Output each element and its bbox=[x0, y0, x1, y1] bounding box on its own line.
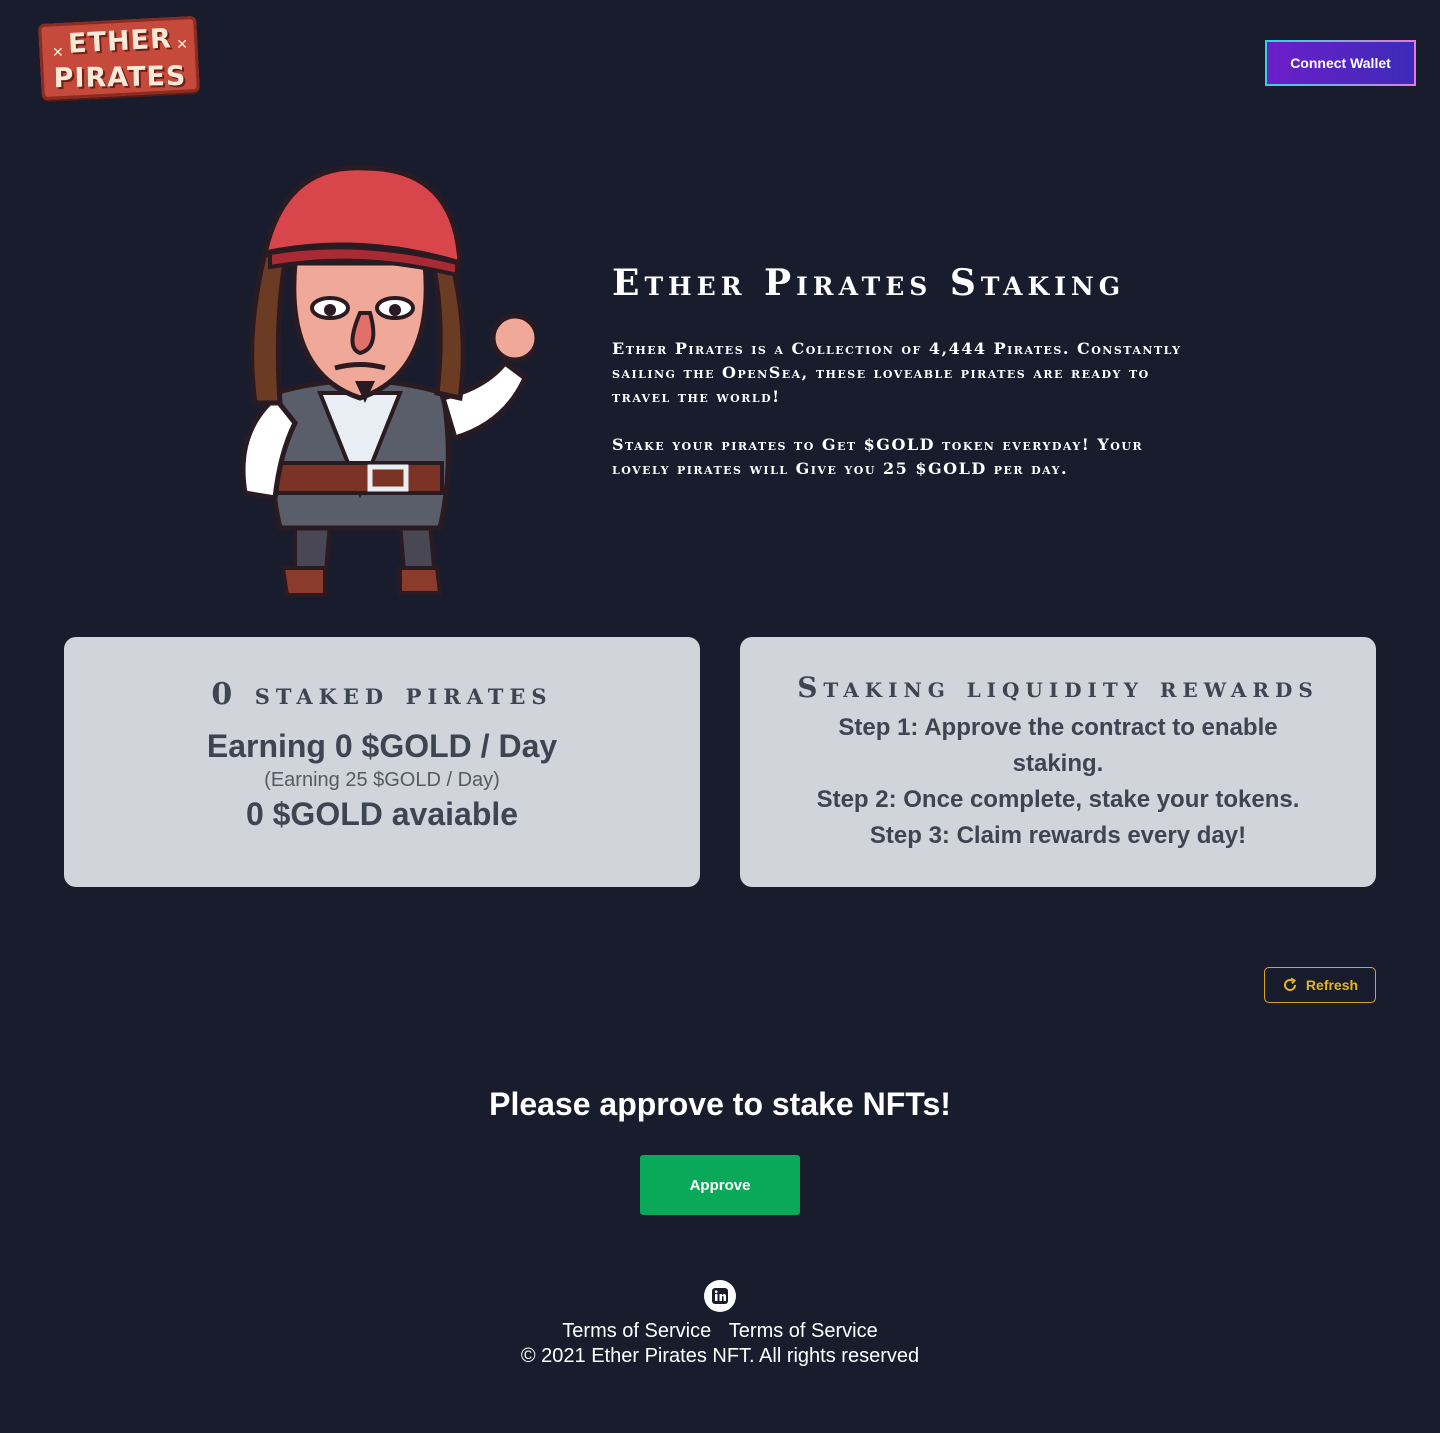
refresh-label: Refresh bbox=[1305, 977, 1359, 993]
hero-title: Ether Pirates Staking bbox=[612, 262, 1126, 304]
staking-steps: Step 1: Approve the contract to enable s… bbox=[740, 710, 1376, 854]
gold-available: 0 $GOLD avaiable bbox=[245, 796, 519, 832]
connect-wallet-button[interactable]: Connect Wallet bbox=[1265, 40, 1416, 86]
refresh-icon bbox=[1283, 977, 1296, 991]
approve-prompt: Please approve to stake NFTs! bbox=[489, 1086, 951, 1122]
rewards-heading: Staking liquidity rewards bbox=[797, 671, 1319, 704]
linkedin-link[interactable] bbox=[704, 1280, 736, 1312]
step-3: Step 3: Claim rewards every day! bbox=[869, 822, 1247, 849]
staking-rewards-card: Staking liquidity rewards Step 1: Approv… bbox=[740, 637, 1376, 887]
linkedin-icon bbox=[712, 1288, 728, 1304]
hero-staking-info: Stake your pirates to Get $GOLD token ev… bbox=[612, 435, 1144, 478]
terms-of-service-link[interactable]: Terms of Service bbox=[562, 1320, 711, 1342]
footer-links: Terms of Service Terms of Service bbox=[0, 1320, 1440, 1343]
approve-button[interactable]: Approve bbox=[640, 1155, 800, 1215]
step-2: Step 2: Once complete, stake your tokens… bbox=[816, 786, 1300, 813]
logo-text-pirates: PIRATES bbox=[53, 60, 187, 95]
earning-rate: Earning 0 $GOLD / Day bbox=[206, 728, 558, 764]
staked-count-heading: 0 staked pirates bbox=[211, 677, 553, 712]
step-1: Step 1: Approve the contract to enable s… bbox=[838, 714, 1278, 777]
staked-pirates-card: 0 staked pirates Earning 0 $GOLD / Day (… bbox=[64, 637, 700, 887]
copyright: © 2021 Ether Pirates NFT. All rights res… bbox=[520, 1345, 920, 1367]
ether-pirates-logo[interactable]: ✕ ✕ ETHER PIRATES bbox=[38, 14, 202, 102]
hero-description: Ether Pirates is a Collection of 4,444 P… bbox=[612, 339, 1182, 406]
terms-of-service-link[interactable]: Terms of Service bbox=[729, 1320, 878, 1342]
pirate-illustration bbox=[240, 165, 535, 597]
refresh-button[interactable]: Refresh bbox=[1264, 967, 1376, 1003]
earning-rate-per-pirate: (Earning 25 $GOLD / Day) bbox=[264, 769, 500, 791]
